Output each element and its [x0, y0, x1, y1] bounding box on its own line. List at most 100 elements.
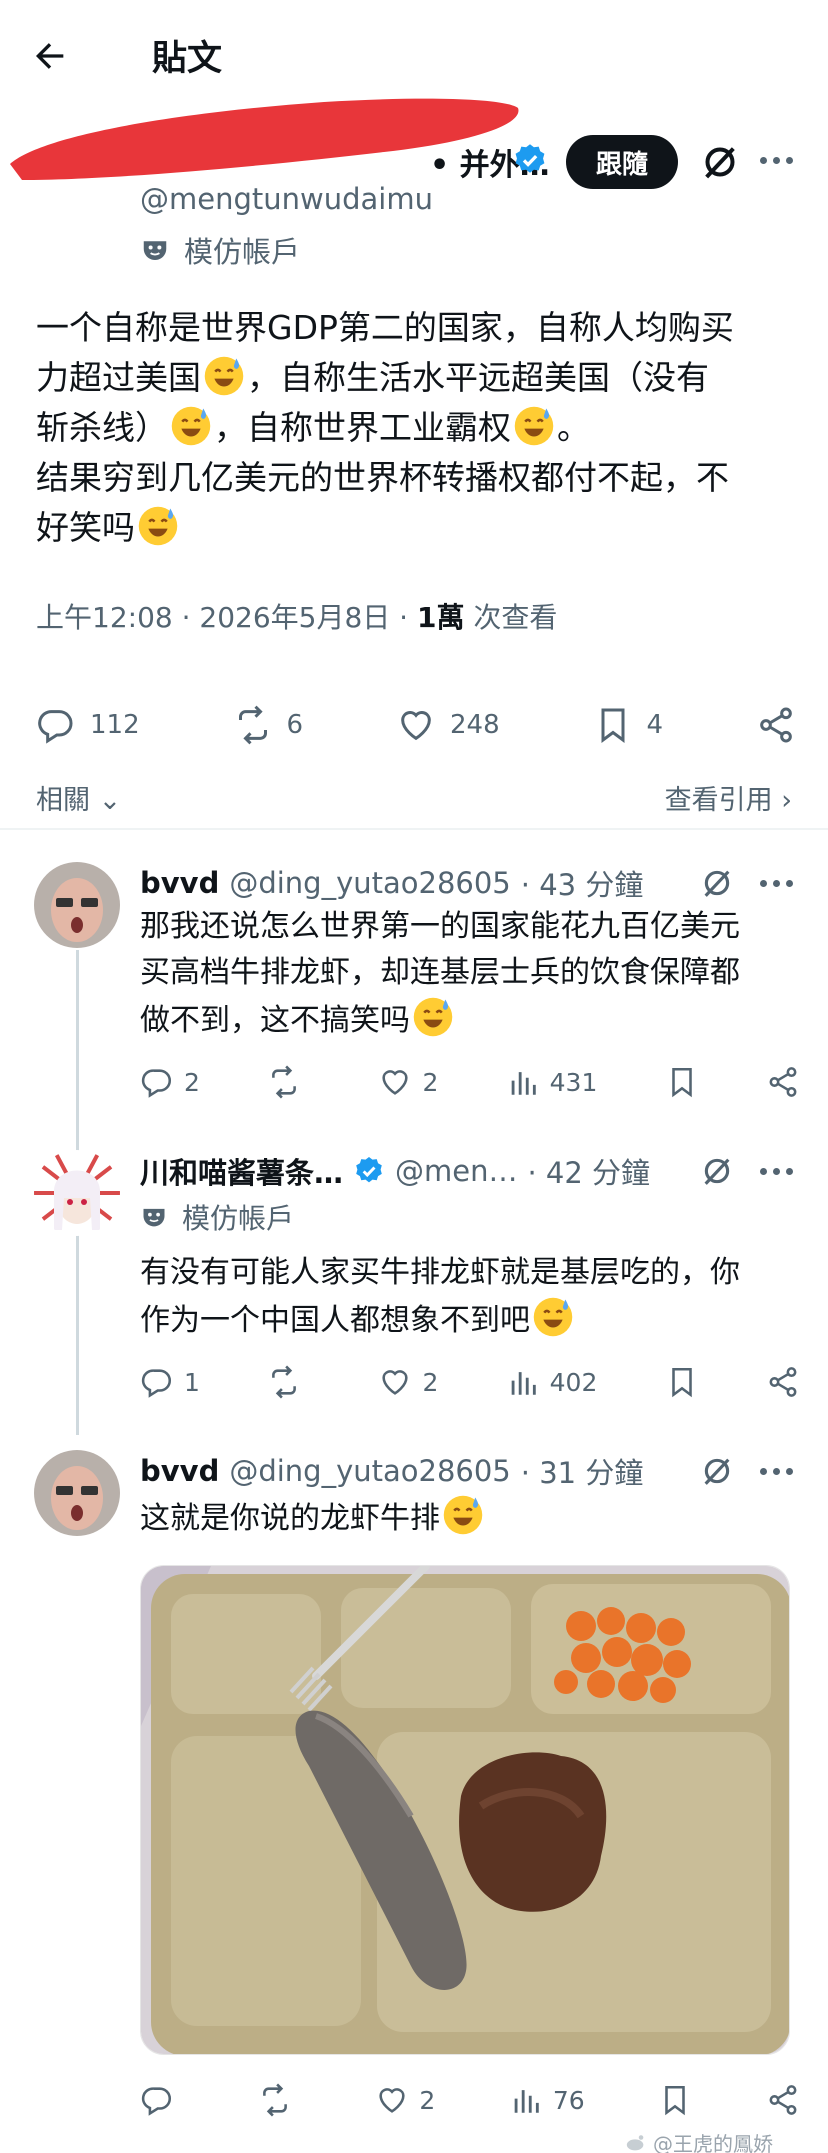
grok-icon[interactable] [700, 1454, 734, 1488]
text-line: 好笑吗 [36, 503, 796, 553]
page-title: 貼文 [152, 39, 223, 79]
views-button[interactable]: 76 [509, 2083, 585, 2117]
avatar[interactable] [34, 1150, 120, 1236]
post-time: 上午12:08 · 2026年5月8日 · [36, 601, 409, 634]
share-button[interactable] [766, 2083, 800, 2117]
avatar[interactable] [34, 862, 120, 948]
quotes-label: 查看引用 [664, 785, 773, 816]
bookmark-button[interactable]: 4 [593, 705, 664, 745]
grok-icon[interactable] [700, 866, 734, 900]
more-options-icon[interactable] [760, 1168, 793, 1175]
bookmark-icon [658, 2083, 692, 2117]
reply-author-name[interactable]: bvvd [140, 1454, 219, 1488]
views-count: 431 [549, 1067, 598, 1097]
views-icon [506, 1065, 540, 1099]
repost-button[interactable] [267, 1365, 311, 1399]
like-icon [378, 1065, 412, 1099]
chevron-right-icon: › [772, 785, 792, 816]
heart-icon [401, 711, 431, 741]
reply-handle[interactable]: @ding_yutao28605 [229, 1454, 510, 1488]
author-handle[interactable]: @mengtunwudaimu [140, 182, 433, 216]
view-label: 次查看 [473, 601, 558, 634]
post-meta: 上午12:08 · 2026年5月8日 · 1萬 次查看 [36, 596, 557, 636]
grok-icon[interactable] [700, 1154, 734, 1188]
verified-badge-icon [512, 142, 548, 178]
parody-text: 模仿帳戶 [182, 1202, 295, 1235]
reply-button[interactable]: 1 [140, 1365, 200, 1399]
related-dropdown[interactable]: 相關 ⌄ [36, 778, 121, 817]
sweat-smile-emoji-icon [513, 405, 555, 447]
parody-label: 模仿帳戶 [140, 229, 300, 271]
bookmark-button[interactable] [665, 1365, 699, 1399]
bookmark-button[interactable] [658, 2083, 692, 2117]
parody-label: 模仿帳戶 [140, 1197, 294, 1237]
more-options-icon[interactable] [760, 157, 793, 164]
reply-handle[interactable]: @ding_yutao28605 [229, 866, 510, 900]
reply-header: bvvd @ding_yutao28605 · 31 分鐘 [140, 1450, 643, 1492]
reply-icon [140, 2083, 174, 2117]
sweat-smile-emoji-icon [442, 1494, 484, 1536]
verified-badge-icon [353, 1155, 385, 1187]
repost-icon [267, 1065, 301, 1099]
reply-button[interactable] [140, 2083, 184, 2117]
views-icon [509, 2083, 543, 2117]
reply-header: 川和喵酱薯条… @men… · 42 分鐘 [140, 1150, 650, 1192]
text-line: 那我还说怎么世界第一的国家能花九百亿美元 [140, 909, 740, 944]
like-button[interactable]: 2 [378, 1065, 438, 1099]
text-line: 这就是你说的龙虾牛排 [140, 1494, 800, 1542]
more-options-icon[interactable] [760, 880, 793, 887]
more-options-icon[interactable] [760, 1468, 793, 1475]
reply-author-name[interactable]: bvvd [140, 866, 219, 900]
weibo-logo-icon [625, 2132, 647, 2153]
reply-author-name[interactable]: 川和喵酱薯条… [140, 1150, 343, 1192]
bookmark-button[interactable] [665, 1065, 699, 1099]
avatar[interactable] [34, 1450, 120, 1536]
view-count: 1萬 [417, 601, 465, 634]
views-count: 402 [549, 1367, 598, 1397]
mask-icon [140, 235, 170, 265]
view-quotes-link[interactable]: 查看引用 › [665, 778, 792, 817]
like-button[interactable]: 2 [378, 1365, 438, 1399]
repost-icon [267, 1365, 301, 1399]
reply-text: 这就是你说的龙虾牛排 [140, 1494, 800, 1542]
repost-icon [258, 2083, 292, 2117]
bookmark-count: 4 [646, 710, 664, 740]
reply-button[interactable]: 112 [36, 705, 140, 745]
reply-handle[interactable]: @men… [395, 1154, 517, 1188]
like-icon [378, 1365, 412, 1399]
like-count: 248 [450, 710, 500, 740]
share-button[interactable] [766, 1365, 800, 1399]
reply-header: bvvd @ding_yutao28605 · 43 分鐘 [140, 862, 643, 904]
reply-action-bar: 2 2 431 [140, 1062, 800, 1102]
views-button[interactable]: 431 [506, 1065, 598, 1099]
post-text: 一个自称是世界GDP第二的国家，自称人均购买 力超过美国 ，自称生活水平远超美国（没… [36, 303, 796, 553]
like-count: 2 [422, 1367, 439, 1397]
reply-time: · 43 分鐘 [520, 868, 644, 902]
back-arrow-icon[interactable] [30, 36, 70, 76]
reply-count: 2 [184, 1067, 200, 1097]
sweat-smile-emoji-icon [203, 355, 245, 397]
like-button[interactable]: 248 [396, 705, 500, 745]
share-button[interactable] [756, 705, 796, 745]
attached-photo[interactable] [140, 1565, 790, 2055]
grok-icon[interactable] [700, 142, 740, 182]
text-line: 结果穷到几亿美元的世界杯转播权都付不起，不 [36, 458, 729, 497]
reply-time: · 42 分鐘 [527, 1156, 651, 1190]
bookmark-icon [601, 708, 625, 743]
share-button[interactable] [766, 1065, 800, 1099]
views-button[interactable]: 402 [506, 1365, 598, 1399]
divider [0, 828, 828, 830]
reply-time: · 31 分鐘 [520, 1456, 644, 1490]
repost-button[interactable] [267, 1065, 311, 1099]
repost-button[interactable]: 6 [233, 705, 303, 745]
bookmark-icon [665, 1365, 699, 1399]
repost-button[interactable] [258, 2083, 302, 2117]
follow-button[interactable]: 跟隨 [566, 135, 678, 189]
views-count: 76 [552, 2085, 585, 2115]
reply-button[interactable]: 2 [140, 1065, 200, 1099]
like-button[interactable]: 2 [375, 2083, 435, 2117]
like-count: 2 [419, 2085, 436, 2115]
watermark-text: @王虎的鳳娇 [653, 2132, 773, 2153]
bookmark-icon [665, 1065, 699, 1099]
parody-text: 模仿帳戶 [184, 235, 301, 269]
